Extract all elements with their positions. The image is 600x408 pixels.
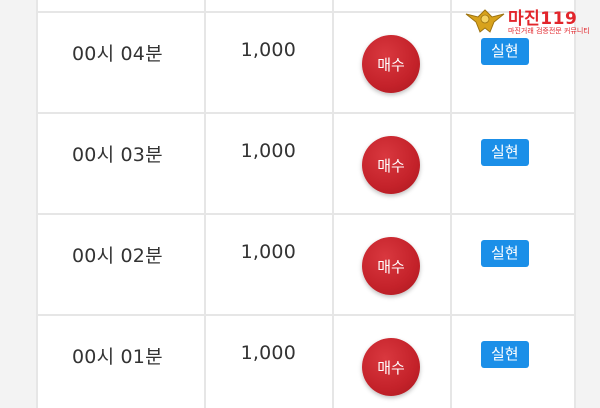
buy-button[interactable]: 매수	[362, 35, 420, 93]
table-row: 00시 03분 1,000 매수 실현	[38, 114, 574, 215]
action-cell: 매수	[334, 13, 452, 112]
watermark-logo: 마진119 마진거래 검증전문 커뮤니티	[464, 4, 590, 38]
status-cell: 실현	[452, 114, 574, 213]
trade-amount: 1,000	[240, 241, 296, 263]
trade-amount: 1,000	[240, 39, 296, 61]
trade-history-page: 00시 04분 1,000 매수 실현 00시 03분 1,000 매수 실현 …	[0, 0, 600, 408]
action-cell: 매수	[334, 215, 452, 314]
amount-cell: 1,000	[206, 215, 334, 314]
amount-cell: 1,000	[206, 316, 334, 408]
action-cell	[334, 0, 452, 11]
time-cell: 00시 04분	[38, 13, 206, 112]
amount-cell: 1,000	[206, 13, 334, 112]
time-cell: 00시 03분	[38, 114, 206, 213]
buy-button[interactable]: 매수	[362, 237, 420, 295]
table-row: 00시 01분 1,000 매수 실현	[38, 316, 574, 408]
trade-time: 00시 04분	[72, 43, 163, 65]
status-badge: 실현	[481, 139, 529, 166]
status-cell: 실현	[452, 215, 574, 314]
status-badge: 실현	[481, 240, 529, 267]
buy-button[interactable]: 매수	[362, 136, 420, 194]
time-cell: 00시 02분	[38, 215, 206, 314]
buy-button[interactable]: 매수	[362, 338, 420, 396]
eagle-emblem-icon	[465, 9, 505, 33]
trade-table: 00시 04분 1,000 매수 실현 00시 03분 1,000 매수 실현 …	[36, 0, 576, 408]
action-cell: 매수	[334, 316, 452, 408]
amount-cell	[206, 0, 334, 11]
table-row: 00시 02분 1,000 매수 실현	[38, 215, 574, 316]
trade-time: 00시 03분	[72, 144, 163, 166]
action-cell: 매수	[334, 114, 452, 213]
trade-amount: 1,000	[240, 342, 296, 364]
status-cell: 실현	[452, 316, 574, 408]
trade-time: 00시 01분	[72, 346, 163, 368]
trade-amount: 1,000	[240, 140, 296, 162]
time-cell	[38, 0, 206, 11]
status-badge: 실현	[481, 341, 529, 368]
watermark-tagline: 마진거래 검증전문 커뮤니티	[508, 27, 590, 35]
trade-time: 00시 02분	[72, 245, 163, 267]
time-cell: 00시 01분	[38, 316, 206, 408]
amount-cell: 1,000	[206, 114, 334, 213]
status-badge: 실현	[481, 38, 529, 65]
